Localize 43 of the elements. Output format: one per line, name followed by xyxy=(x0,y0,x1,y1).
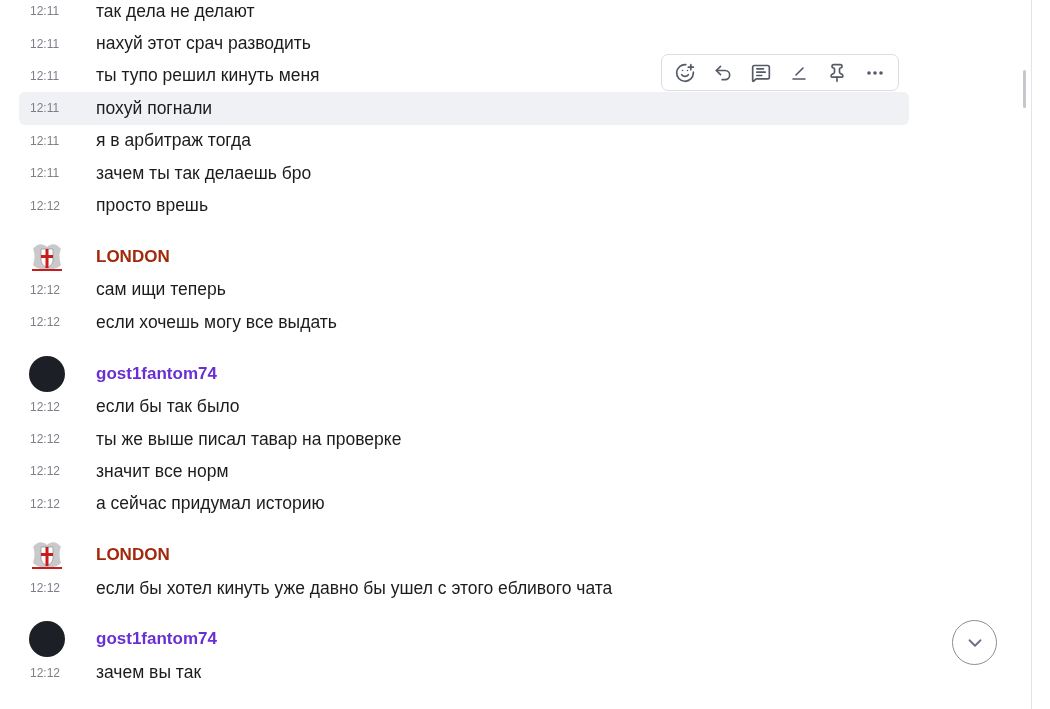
message-time: 12:11 xyxy=(30,166,61,181)
message-text: сам ищи теперь xyxy=(96,279,226,301)
message-text: если бы так было xyxy=(96,396,240,418)
message-time: 12:12 xyxy=(30,581,62,596)
message-time: 12:11 xyxy=(30,4,61,19)
scrollbar-thumb[interactable] xyxy=(1023,70,1026,108)
smile-plus-icon xyxy=(675,62,695,83)
message-time: 12:12 xyxy=(30,464,62,479)
message-text: нахуй этот срач разводить xyxy=(96,33,311,55)
message-time: 12:11 xyxy=(30,36,61,51)
photo-placeholder xyxy=(29,621,65,658)
message-text: если хочешь могу все выдать xyxy=(96,311,337,333)
author-name[interactable]: gost1fantom74 xyxy=(96,629,217,650)
more-icon xyxy=(867,70,883,75)
message-time: 12:12 xyxy=(30,665,62,680)
message-text: зачем вы так xyxy=(96,662,202,684)
message-text: если бы хотел кинуть уже давно бы ушел с этого ебливого чата xyxy=(96,577,613,599)
message-time: 12:11 xyxy=(30,68,61,83)
photo-placeholder xyxy=(29,355,65,392)
message-time: 12:12 xyxy=(30,496,62,511)
message-time: 12:12 xyxy=(30,282,62,297)
scroll-down-button[interactable] xyxy=(952,620,997,665)
message-text: значит все норм xyxy=(96,461,229,482)
message-text: ты же выше писал тавар на проверке xyxy=(96,428,402,450)
message-text: я в арбитраж тогда xyxy=(96,130,251,152)
message-time: 12:12 xyxy=(30,315,62,330)
message-text: просто врешь xyxy=(96,195,209,217)
author-name[interactable]: LONDON xyxy=(96,545,170,566)
message-text: а сейчас придумал историю xyxy=(96,493,325,515)
message-time: 12:12 xyxy=(30,432,62,447)
message-text: зачем ты так делаешь бро xyxy=(96,162,312,184)
pin-icon xyxy=(827,62,847,83)
message-time: 12:12 xyxy=(30,198,62,213)
message-text: так дела не делают xyxy=(96,0,255,22)
author-name[interactable]: gost1fantom74 xyxy=(96,363,217,384)
message-time: 12:11 xyxy=(30,133,61,148)
author-name[interactable]: LONDON xyxy=(96,246,170,267)
message-time: 12:12 xyxy=(30,399,62,414)
message-text: ты тупо решил кинуть меня xyxy=(96,65,320,87)
message-time: 12:11 xyxy=(30,101,61,116)
speech-bubble-icon xyxy=(751,62,771,83)
reply-arrow-icon xyxy=(713,62,733,83)
message-text: похуй погнали xyxy=(96,97,213,119)
